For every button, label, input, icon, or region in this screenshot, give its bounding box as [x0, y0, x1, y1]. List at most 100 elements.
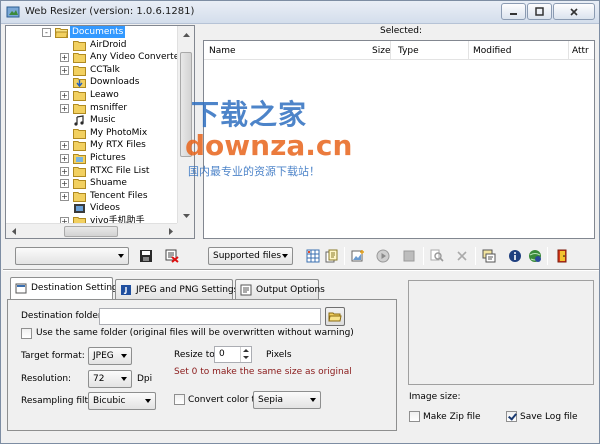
documents-add-icon [325, 249, 338, 263]
expand-icon[interactable]: + [60, 166, 69, 176]
make-zip-checkbox[interactable] [409, 411, 420, 422]
column-header-size[interactable]: Size [372, 46, 390, 56]
tree-item-label: RTXC File List [90, 165, 150, 176]
folder-open-icon [55, 28, 68, 38]
column-separator [468, 41, 469, 60]
resize-to-spinner[interactable]: 0 [214, 346, 252, 363]
spin-down-icon [243, 356, 249, 359]
scroll-left-arrow[interactable] [6, 224, 21, 239]
column-header-type[interactable]: Type [398, 46, 419, 56]
add-files-button[interactable] [324, 248, 340, 264]
remove-list-button[interactable] [164, 248, 180, 264]
collapse-icon[interactable]: - [42, 28, 51, 37]
scroll-right-arrow[interactable] [163, 224, 178, 239]
remove-button[interactable] [454, 248, 470, 264]
tab-output-options[interactable]: Output Options [235, 279, 325, 299]
expand-icon[interactable]: + [60, 65, 69, 75]
tree-item-label: AirDroid [90, 39, 127, 50]
expand-icon[interactable]: + [60, 103, 69, 113]
tree-item[interactable]: Music [6, 114, 178, 127]
scroll-down-arrow[interactable] [178, 207, 195, 224]
info-button[interactable] [507, 248, 523, 264]
minimize-icon [510, 13, 517, 15]
settings-button[interactable] [481, 248, 497, 264]
folder-icon [73, 141, 86, 152]
pictures-icon [73, 154, 86, 164]
folder-tree[interactable]: - DocumentsAirDroid + Any Video Converter U… [5, 25, 195, 239]
column-header-name[interactable]: Name [209, 46, 236, 56]
target-format-select[interactable]: JPEG [88, 347, 132, 365]
scroll-thumb[interactable] [64, 226, 118, 237]
tree-item[interactable]: Downloads [6, 76, 178, 89]
jpeg-icon [121, 285, 131, 295]
folder-settings-icon [15, 283, 27, 294]
expand-icon[interactable]: + [60, 53, 69, 63]
browse-folder-button[interactable] [325, 307, 345, 326]
web-update-button[interactable] [527, 248, 543, 264]
tree-item[interactable]: + Leawo [6, 89, 178, 102]
tree-item[interactable]: + CCTalk [6, 64, 178, 77]
resolution-unit: Dpi [137, 374, 153, 384]
save-log-checkbox[interactable] [506, 411, 517, 422]
tree-item[interactable]: + Pictures [6, 152, 178, 165]
toolbar-separator [423, 247, 424, 265]
minimize-button[interactable] [501, 3, 526, 20]
app-window: Web Resizer (version: 1.0.6.1281) - Docum… [0, 0, 600, 444]
close-button[interactable] [553, 3, 595, 20]
floppy-disk-icon [140, 250, 152, 262]
spin-up-icon [243, 349, 249, 352]
destination-folder-label: Destination folder: [21, 311, 105, 321]
tree-item[interactable]: + Any Video Converter Ultir [6, 51, 178, 64]
tree-item[interactable]: AirDroid [6, 39, 178, 52]
maximize-button[interactable] [527, 3, 552, 20]
add-image-button[interactable] [350, 248, 366, 264]
same-folder-label: Use the same folder (original files will… [36, 328, 354, 338]
dropdown-arrow-icon [121, 377, 127, 381]
resolution-select[interactable]: 72 [88, 370, 132, 388]
expand-icon[interactable]: + [60, 179, 69, 189]
tree-item[interactable]: + RTXC File List [6, 165, 178, 178]
convert-color-select[interactable]: Sepia [253, 391, 321, 409]
chevron-down-icon [183, 213, 190, 218]
expand-icon[interactable]: + [60, 191, 69, 201]
resolution-value: 72 [93, 374, 105, 384]
start-button[interactable] [375, 248, 391, 264]
tree-item[interactable]: My PhotoMix [6, 127, 178, 140]
expand-icon[interactable]: + [60, 141, 69, 151]
spinner-buttons[interactable] [240, 347, 251, 362]
tree-item[interactable]: + Shuame [6, 177, 178, 190]
scroll-up-arrow[interactable] [178, 26, 195, 43]
tree-item[interactable]: + Tencent Files [6, 190, 178, 203]
expand-icon[interactable]: + [60, 91, 69, 100]
horizontal-divider [3, 269, 599, 271]
tree-item[interactable]: + My RTX Files [6, 139, 178, 152]
music-icon [74, 115, 84, 126]
same-folder-checkbox[interactable] [21, 328, 32, 339]
save-list-button[interactable] [138, 248, 154, 264]
expand-icon[interactable]: + [60, 154, 69, 163]
column-header-modified[interactable]: Modified [473, 46, 511, 56]
tab-jpeg-png-settings[interactable]: JPEG and PNG Settings [115, 279, 238, 299]
exit-button[interactable] [554, 248, 570, 264]
folder-icon [73, 40, 86, 51]
preview-button[interactable] [429, 248, 445, 264]
destination-folder-input[interactable] [99, 308, 321, 325]
path-dropdown[interactable] [15, 247, 129, 265]
exit-door-icon [557, 249, 567, 263]
scroll-corner [177, 223, 194, 238]
resampling-filter-value: Bicubic [93, 396, 126, 406]
column-header-attr[interactable]: Attr [572, 46, 589, 56]
tree-item[interactable]: Videos [6, 202, 178, 215]
resampling-filter-select[interactable]: Bicubic [88, 392, 156, 410]
stop-button[interactable] [401, 248, 417, 264]
tab-destination-settings[interactable]: Destination Settings [10, 277, 122, 300]
tree-horizontal-scrollbar[interactable] [6, 223, 178, 238]
file-filter-dropdown[interactable]: Supported files [208, 247, 293, 265]
tree-item[interactable]: - Documents [6, 26, 178, 39]
tree-item-label: Downloads [90, 77, 140, 88]
select-all-button[interactable] [305, 248, 321, 264]
tree-item[interactable]: + msniffer [6, 102, 178, 115]
convert-color-checkbox[interactable] [174, 394, 185, 405]
image-add-icon [351, 250, 364, 262]
tab-label: Output Options [256, 285, 325, 295]
